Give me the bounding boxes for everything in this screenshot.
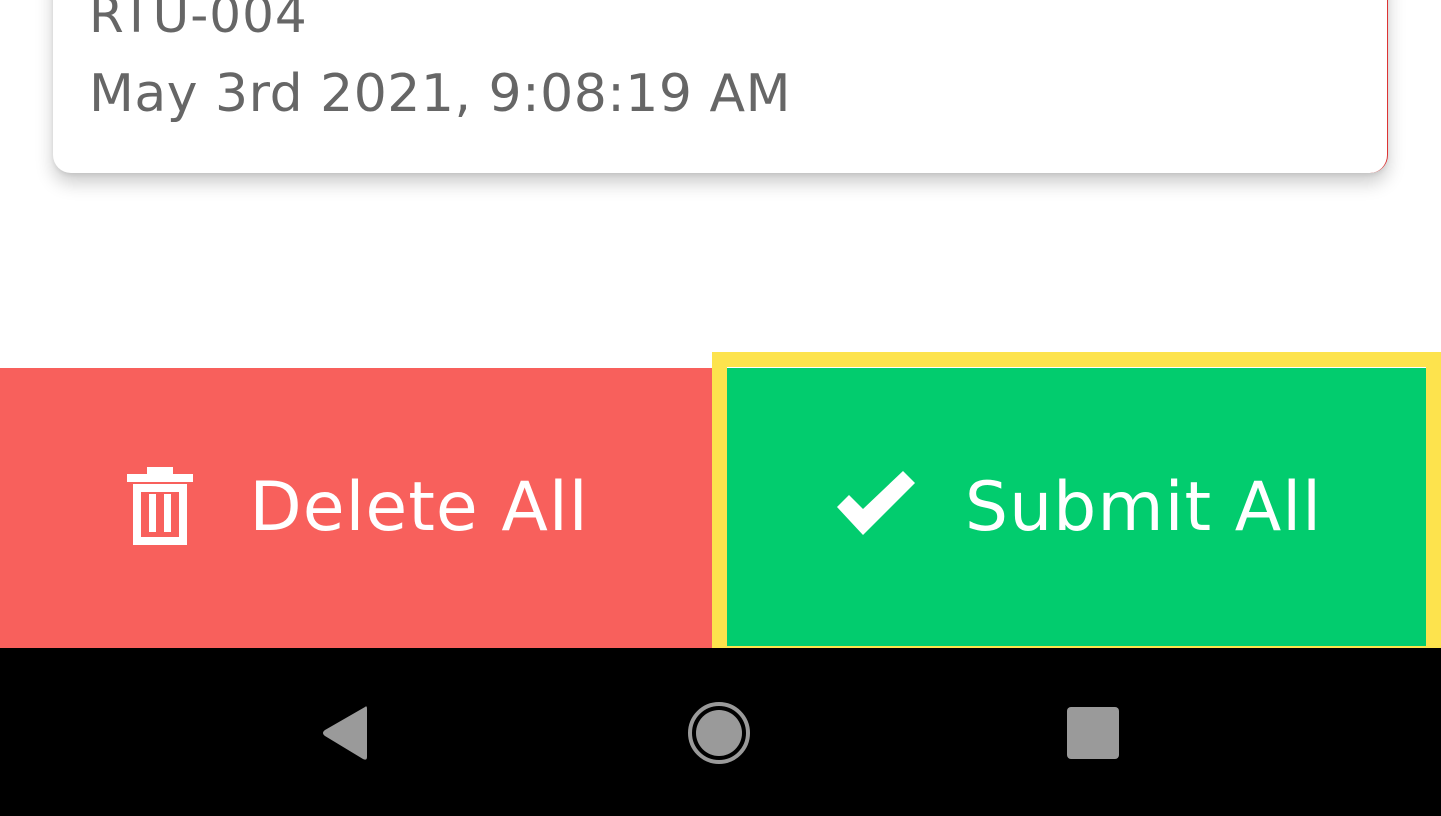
- home-circle-icon: [686, 700, 752, 770]
- submit-all-label: Submit All: [964, 468, 1323, 547]
- delete-all-button[interactable]: Delete All: [0, 368, 714, 648]
- submit-all-button[interactable]: Submit All: [714, 368, 1441, 648]
- system-nav-bar: [0, 648, 1441, 816]
- nav-back-button[interactable]: [309, 700, 379, 770]
- recents-square-icon: [1066, 706, 1120, 764]
- record-id: RTU-004: [89, 0, 308, 44]
- action-bar: Delete All Submit All: [0, 368, 1441, 648]
- record-timestamp: May 3rd 2021, 9:08:19 AM: [89, 64, 791, 124]
- page: RTU-004 May 3rd 2021, 9:08:19 AM Delete …: [0, 0, 1441, 816]
- trash-icon: [125, 465, 195, 551]
- nav-recents-button[interactable]: [1058, 700, 1128, 770]
- back-triangle-icon: [317, 703, 371, 767]
- record-card[interactable]: RTU-004 May 3rd 2021, 9:08:19 AM: [53, 0, 1388, 173]
- delete-all-label: Delete All: [249, 468, 589, 547]
- nav-home-button[interactable]: [684, 700, 754, 770]
- check-icon: [833, 471, 919, 545]
